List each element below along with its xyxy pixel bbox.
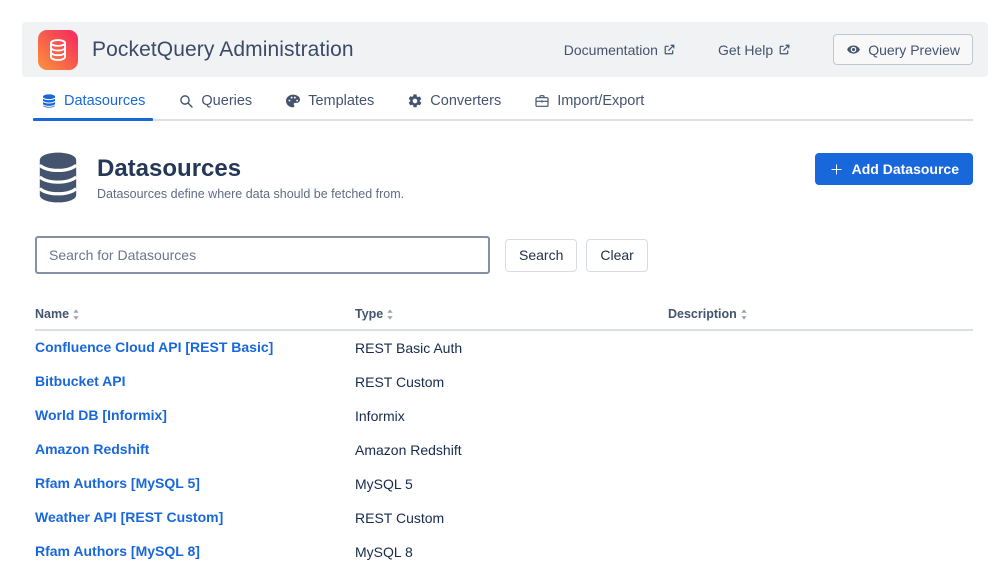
get-help-link-label: Get Help <box>718 42 773 58</box>
tab-datasources-label: Datasources <box>64 93 145 109</box>
table-row: Bitbucket API REST Custom <box>35 365 973 399</box>
sort-arrows-icon <box>386 309 394 320</box>
app-header: PocketQuery Administration Documentation… <box>22 22 988 77</box>
plus-icon <box>829 162 844 177</box>
tab-converters-label: Converters <box>430 93 501 109</box>
table-row: Rfam Authors [MySQL 5] MySQL 5 <box>35 467 973 501</box>
datasource-link[interactable]: World DB [Informix] <box>35 407 167 423</box>
sort-arrows-icon <box>740 309 748 320</box>
tab-bar: Datasources Queries Templates Converters… <box>33 88 973 121</box>
table-row: Rfam Authors [MySQL 8] MySQL 8 <box>35 535 973 569</box>
search-bar: Search Clear <box>35 236 973 274</box>
app-title: PocketQuery Administration <box>92 38 354 62</box>
app-header-right: Documentation Get Help Query Preview <box>564 34 973 65</box>
datasource-link[interactable]: Weather API [REST Custom] <box>35 509 223 525</box>
external-link-icon <box>663 43 676 56</box>
eye-icon <box>846 42 861 57</box>
table-row: World DB [Informix] Informix <box>35 399 973 433</box>
page-header-text: Datasources Datasources define where dat… <box>97 149 815 201</box>
external-link-icon <box>778 43 791 56</box>
datasource-link[interactable]: Amazon Redshift <box>35 441 149 457</box>
query-preview-button[interactable]: Query Preview <box>833 34 973 65</box>
tab-converters[interactable]: Converters <box>399 88 509 119</box>
documentation-link-label: Documentation <box>564 42 658 58</box>
tab-queries-label: Queries <box>201 93 252 109</box>
search-button[interactable]: Search <box>505 239 577 272</box>
page-subtitle: Datasources define where data should be … <box>97 187 815 201</box>
tab-templates[interactable]: Templates <box>277 88 382 119</box>
briefcase-icon <box>534 93 550 109</box>
clear-button[interactable]: Clear <box>586 239 647 272</box>
tab-import-export-label: Import/Export <box>557 93 644 109</box>
tab-datasources[interactable]: Datasources <box>33 88 153 119</box>
datasource-type: Amazon Redshift <box>355 442 668 458</box>
pocketquery-logo-icon <box>38 30 78 70</box>
database-icon <box>35 150 81 205</box>
database-icon <box>41 93 57 109</box>
datasource-link[interactable]: Rfam Authors [MySQL 5] <box>35 475 200 491</box>
add-datasource-label: Add Datasource <box>852 161 959 177</box>
datasources-page: Datasources Datasources define where dat… <box>35 149 973 569</box>
sort-arrows-icon <box>72 309 80 320</box>
tab-templates-label: Templates <box>308 93 374 109</box>
tab-import-export[interactable]: Import/Export <box>526 88 652 119</box>
table-row: Weather API [REST Custom] REST Custom <box>35 501 973 535</box>
datasource-link[interactable]: Confluence Cloud API [REST Basic] <box>35 339 273 355</box>
palette-icon <box>285 93 301 109</box>
datasource-type: REST Custom <box>355 510 668 526</box>
datasource-link[interactable]: Rfam Authors [MySQL 8] <box>35 543 200 559</box>
datasources-table: Name Type Description Confluence Cloud A… <box>35 307 973 569</box>
add-datasource-button[interactable]: Add Datasource <box>815 153 973 185</box>
column-header-name-label: Name <box>35 307 69 321</box>
search-icon <box>178 93 194 109</box>
column-header-type-label: Type <box>355 307 383 321</box>
table-header-row: Name Type Description <box>35 307 973 331</box>
gear-icon <box>407 93 423 109</box>
search-input[interactable] <box>35 236 490 274</box>
app-header-left: PocketQuery Administration <box>38 30 354 70</box>
tab-queries[interactable]: Queries <box>170 88 260 119</box>
get-help-link[interactable]: Get Help <box>718 42 791 58</box>
datasource-type: REST Basic Auth <box>355 340 668 356</box>
column-header-description[interactable]: Description <box>668 307 973 321</box>
page-title: Datasources <box>97 153 815 184</box>
datasource-type: Informix <box>355 408 668 424</box>
datasource-type: MySQL 5 <box>355 476 668 492</box>
column-header-type[interactable]: Type <box>355 307 668 321</box>
datasource-type: REST Custom <box>355 374 668 390</box>
query-preview-label: Query Preview <box>868 42 960 58</box>
table-row: Confluence Cloud API [REST Basic] REST B… <box>35 331 973 365</box>
column-header-description-label: Description <box>668 307 737 321</box>
datasource-link[interactable]: Bitbucket API <box>35 373 126 389</box>
documentation-link[interactable]: Documentation <box>564 42 676 58</box>
page-header: Datasources Datasources define where dat… <box>35 149 973 205</box>
column-header-name[interactable]: Name <box>35 307 355 321</box>
table-row: Amazon Redshift Amazon Redshift <box>35 433 973 467</box>
datasource-type: MySQL 8 <box>355 544 668 560</box>
